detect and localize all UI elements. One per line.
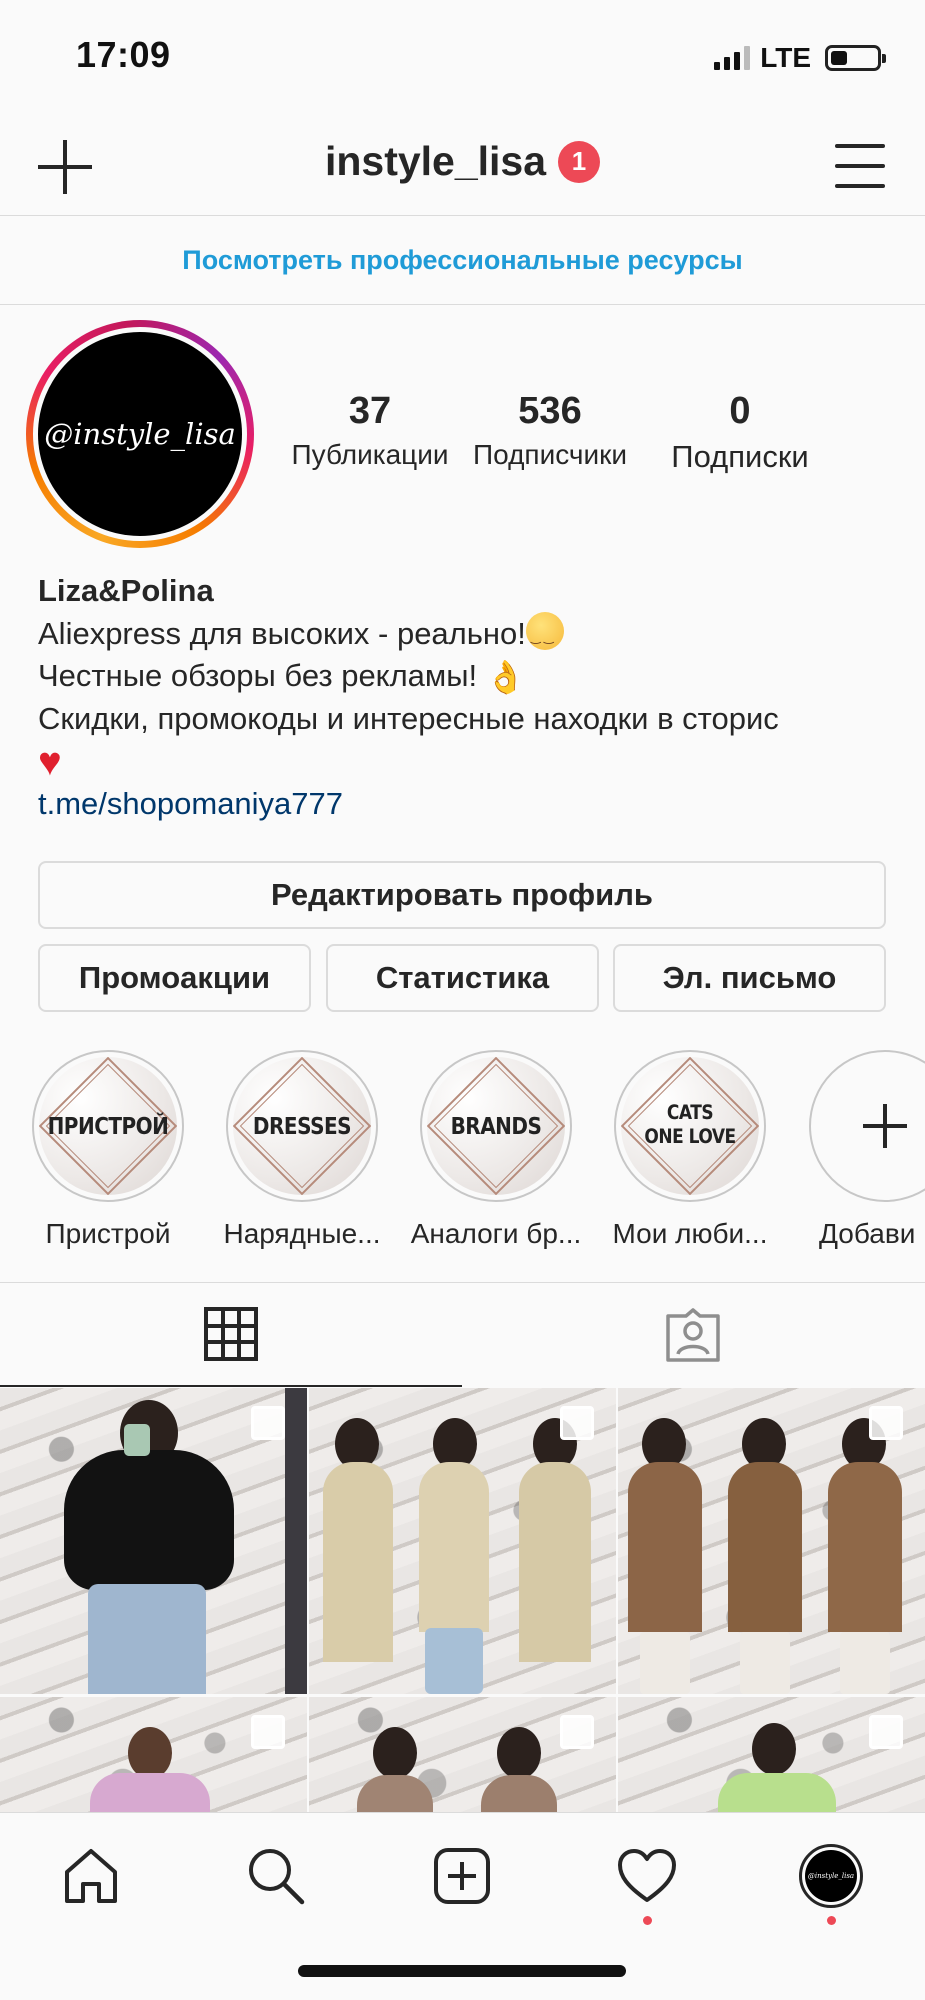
stat-following-count: 0 (729, 390, 751, 432)
tab-tagged[interactable] (462, 1283, 924, 1387)
stat-following[interactable]: 0 Подписки (640, 390, 840, 475)
avatar-image: @instyle_lisa (38, 332, 242, 536)
profile-name: Liza&Polina (38, 573, 214, 608)
bio-line-3: Скидки, промокоды и интересные находки в… (38, 701, 779, 736)
bio-website-link[interactable]: t.me/shopomaniya777 (38, 783, 898, 825)
highlight-label: Пристрой (45, 1218, 171, 1249)
profile-avatar[interactable]: @instyle_lisa (26, 320, 254, 548)
professional-resources-link[interactable]: Посмотреть профессиональные ресурсы (0, 217, 925, 305)
battery-icon (825, 45, 886, 71)
highlight-item[interactable]: CATS ONE LOVE Мои люби... (600, 1050, 780, 1250)
tagged-person-icon (666, 1308, 720, 1362)
relieved-face-emoji (525, 612, 564, 658)
profile-header: instyle_lisa 1 (0, 110, 925, 216)
nav-activity[interactable] (612, 1841, 682, 1911)
highlight-label: Добави (819, 1218, 916, 1249)
post-thumbnail[interactable] (0, 1388, 307, 1694)
nav-new-post[interactable] (427, 1841, 497, 1911)
notification-badge: 1 (558, 140, 601, 183)
bio-line-2: Честные обзоры без рекламы! (38, 658, 478, 693)
new-post-icon (434, 1848, 490, 1904)
multi-select-checkbox[interactable] (251, 1406, 285, 1440)
status-time: 17:09 (76, 34, 171, 75)
highlight-cover-text: CATS ONE LOVE (644, 1101, 736, 1149)
post-thumbnail[interactable] (309, 1388, 616, 1694)
profile-stats: 37 Публикации 536 Подписчики 0 Подписки (280, 390, 910, 475)
highlight-cover-text: DRESSES (252, 1111, 352, 1140)
stat-following-label: Подписки (671, 439, 809, 474)
insights-button[interactable]: Статистика (326, 944, 599, 1012)
profile-notification-dot (827, 1916, 836, 1925)
story-highlights: ПРИСТРОЙ Пристрой DRESSES Нарядные... BR… (0, 1050, 925, 1250)
new-highlight-button[interactable]: Добави (795, 1050, 925, 1250)
bio-line-1: Aliexpress для высоких - реально! (38, 616, 526, 651)
highlight-cover-text: ПРИСТРОЙ (47, 1111, 169, 1140)
stat-followers-count: 536 (518, 390, 582, 432)
post-thumbnail[interactable] (618, 1697, 925, 1812)
posts-grid (0, 1388, 925, 1812)
username-title: instyle_lisa (324, 138, 547, 184)
activity-notification-dot (643, 1916, 652, 1925)
grid-icon (204, 1307, 258, 1361)
post-thumbnail[interactable] (618, 1388, 925, 1694)
status-bar: 17:09 LTE (0, 0, 925, 110)
stat-posts[interactable]: 37 Публикации (280, 390, 460, 475)
nav-home[interactable] (56, 1841, 126, 1911)
promotions-button[interactable]: Промоакции (38, 944, 311, 1012)
search-icon (249, 1849, 305, 1905)
account-switcher[interactable]: instyle_lisa 1 (0, 138, 925, 185)
menu-icon[interactable] (835, 144, 885, 188)
edit-profile-button[interactable]: Редактировать профиль (38, 861, 886, 929)
multi-select-checkbox[interactable] (251, 1715, 285, 1749)
highlight-label: Нарядные... (223, 1218, 381, 1249)
profile-bio: Liza&Polina Aliexpress для высоких - реа… (38, 570, 898, 825)
heart-icon (618, 1849, 676, 1902)
multi-select-checkbox[interactable] (560, 1715, 594, 1749)
profile-avatar-icon: @instyle_lisa (799, 1844, 863, 1908)
highlight-item[interactable]: BRANDS Аналоги бр... (406, 1050, 586, 1250)
tab-posts-grid[interactable] (0, 1283, 462, 1387)
highlight-cover-text: BRANDS (450, 1111, 542, 1140)
email-button[interactable]: Эл. письмо (613, 944, 886, 1012)
highlight-item[interactable]: DRESSES Нарядные... (212, 1050, 392, 1250)
home-indicator (298, 1965, 626, 1977)
multi-select-checkbox[interactable] (560, 1406, 594, 1440)
signal-strength-icon (714, 46, 751, 70)
stat-posts-label: Публикации (291, 439, 449, 470)
profile-content-tabs (0, 1282, 925, 1387)
nav-search[interactable] (241, 1841, 311, 1911)
stat-followers-label: Подписчики (472, 439, 628, 470)
red-heart-emoji: ♥ (38, 740, 62, 784)
post-thumbnail[interactable] (309, 1697, 616, 1812)
ok-hand-emoji: 👌 (485, 659, 526, 695)
highlight-label: Аналоги бр... (410, 1218, 582, 1249)
nav-profile[interactable]: @instyle_lisa (796, 1841, 866, 1911)
highlight-item[interactable]: ПРИСТРОЙ Пристрой (18, 1050, 198, 1250)
network-type: LTE (760, 42, 811, 73)
add-icon (863, 1104, 907, 1148)
multi-select-checkbox[interactable] (869, 1406, 903, 1440)
stat-posts-count: 37 (348, 390, 392, 432)
status-indicators: LTE (714, 42, 886, 74)
post-thumbnail[interactable] (0, 1697, 307, 1812)
highlight-label: Мои люби... (612, 1218, 768, 1249)
home-icon (65, 1849, 117, 1903)
stat-followers[interactable]: 536 Подписчики (460, 390, 640, 475)
multi-select-checkbox[interactable] (869, 1715, 903, 1749)
